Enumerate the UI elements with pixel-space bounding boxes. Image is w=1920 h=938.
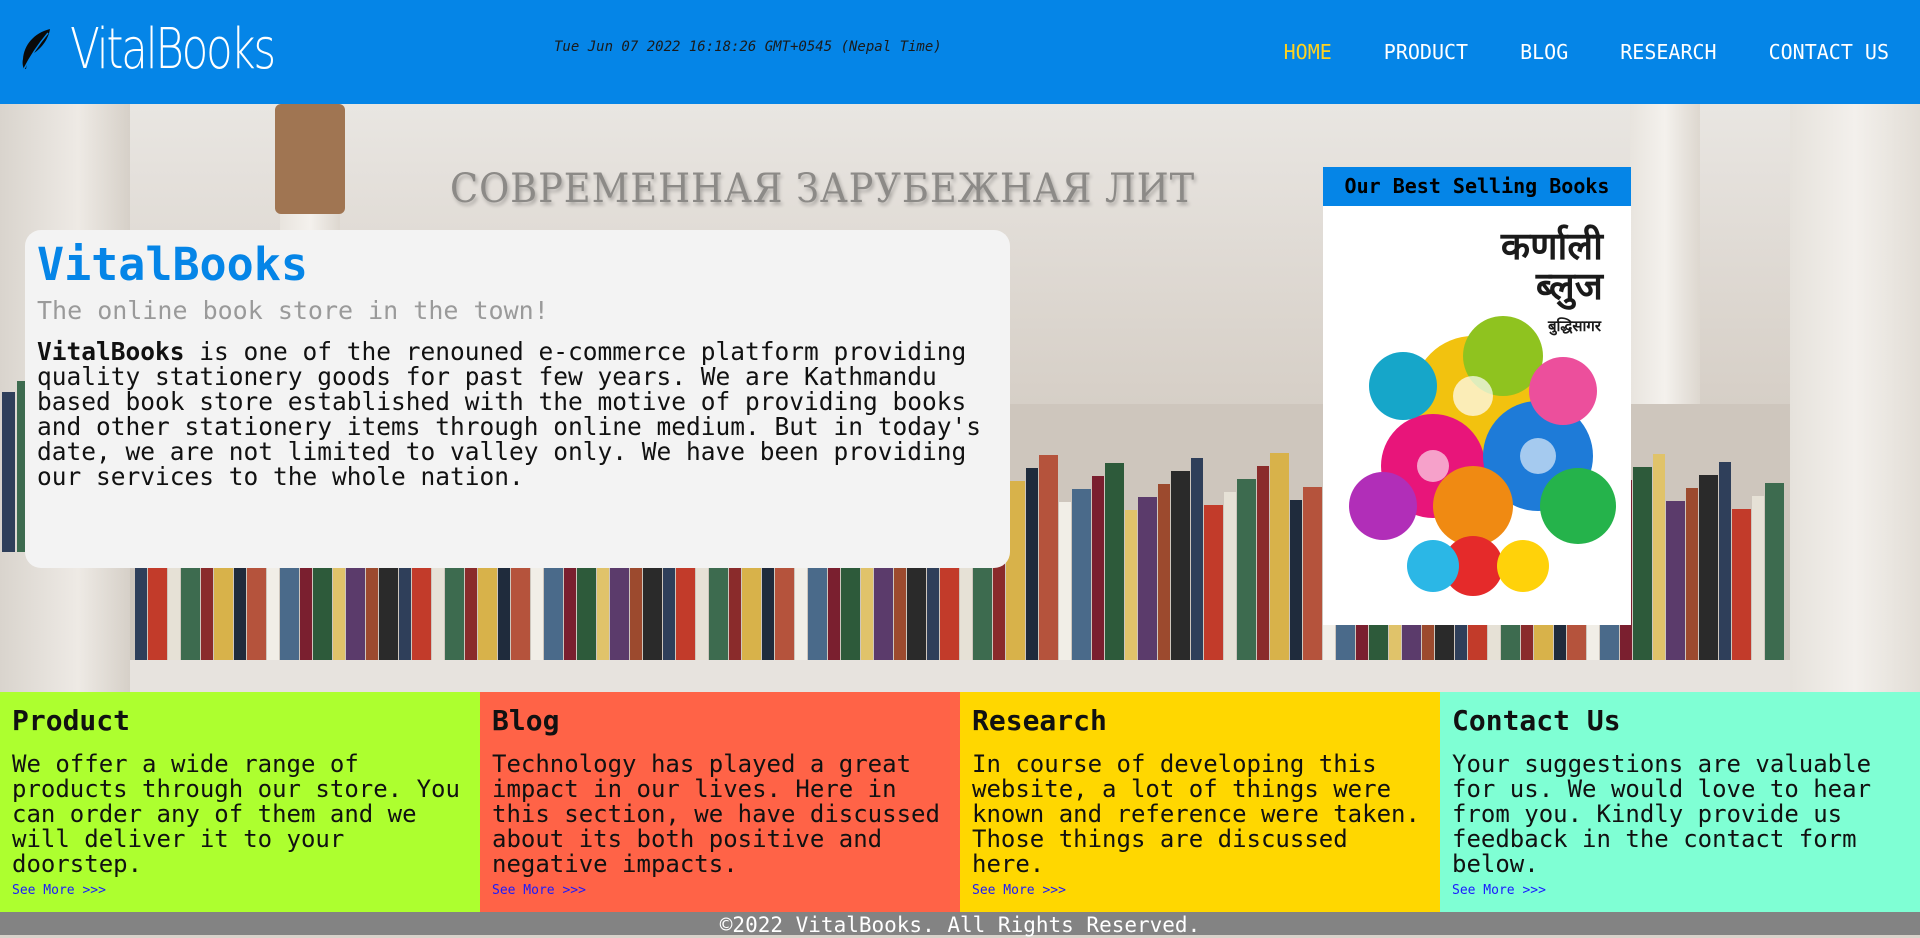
feature-text: Technology has played a great impact in … xyxy=(492,750,940,878)
nav-contact-us[interactable]: CONTACT US xyxy=(1769,40,1889,64)
product-see-more-link[interactable]: See More >>> xyxy=(12,883,106,898)
book-spine xyxy=(1303,487,1322,660)
book-spine xyxy=(1752,496,1764,660)
best-selling-title: Our Best Selling Books xyxy=(1323,167,1631,206)
feature-title: Research xyxy=(972,704,1107,737)
book-spine xyxy=(1138,497,1157,660)
book-spine xyxy=(1270,453,1289,660)
book-spine xyxy=(1026,468,1038,660)
feather-icon xyxy=(20,27,56,71)
nav-home[interactable]: HOME xyxy=(1284,40,1332,64)
nav-research[interactable]: RESEARCH xyxy=(1620,40,1716,64)
book-spine xyxy=(1237,479,1256,660)
book-spine xyxy=(1666,501,1685,660)
book-spine xyxy=(1039,455,1058,660)
intro-card: VitalBooks The online book store in the … xyxy=(25,230,1010,568)
current-datetime: Tue Jun 07 2022 16:18:26 GMT+0545 (Nepal… xyxy=(554,39,942,55)
site-footer: ©2022 VitalBooks. All Rights Reserved. xyxy=(0,912,1920,937)
book-spine xyxy=(1125,510,1137,660)
book-spine xyxy=(1158,484,1170,660)
main-nav: HOME PRODUCT BLOG RESEARCH CONTACT US xyxy=(1232,40,1889,64)
feature-card-research: Research In course of developing this we… xyxy=(960,692,1440,912)
book-spine xyxy=(1732,509,1751,660)
intro-subtitle: The online book store in the town! xyxy=(37,296,549,325)
swirl-art xyxy=(1349,316,1616,596)
book-spine xyxy=(1653,454,1665,660)
hero-section: СОВРЕМЕННАЯ ЗАРУБЕЖНАЯ ЛИТ VitalBooks Th… xyxy=(0,104,1920,692)
feature-card-contact-us: Contact Us Your suggestions are valuable… xyxy=(1440,692,1920,912)
book-spine xyxy=(1719,462,1731,660)
blog-see-more-link[interactable]: See More >>> xyxy=(492,883,586,898)
nav-product[interactable]: PRODUCT xyxy=(1384,40,1468,64)
feature-title: Contact Us xyxy=(1452,704,1621,737)
best-selling-panel: Our Best Selling Books कर्णाली ब्लुज बुद… xyxy=(1323,167,1631,625)
book-spine xyxy=(1633,467,1652,660)
book-spine xyxy=(1224,492,1236,660)
wall-sign: СОВРЕМЕННАЯ ЗАРУБЕЖНАЯ ЛИТ xyxy=(450,166,1196,212)
book-spine xyxy=(1290,500,1302,660)
intro-body: VitalBooks is one of the renouned e-comm… xyxy=(37,339,998,489)
book-spine xyxy=(1105,463,1124,660)
book-spine xyxy=(1686,488,1698,660)
book-spine xyxy=(1171,471,1190,660)
logo-text: VitalBooks xyxy=(70,16,276,82)
feature-text: Your suggestions are valuable for us. We… xyxy=(1452,750,1872,878)
book-spine xyxy=(1092,476,1104,660)
book-spine xyxy=(1191,458,1203,660)
feature-card-product: Product We offer a wide range of product… xyxy=(0,692,480,912)
book-spine xyxy=(1059,502,1071,660)
feature-text: We offer a wide range of products throug… xyxy=(12,750,460,878)
book-spine xyxy=(1765,483,1784,660)
book-spine xyxy=(1699,475,1718,660)
feature-title: Product xyxy=(12,704,131,737)
site-logo[interactable]: VitalBooks xyxy=(20,16,331,82)
contact-see-more-link[interactable]: See More >>> xyxy=(1452,883,1546,898)
research-see-more-link[interactable]: See More >>> xyxy=(972,883,1066,898)
feature-card-blog: Blog Technology has played a great impac… xyxy=(480,692,960,912)
book-spine xyxy=(2,392,15,552)
feature-title: Blog xyxy=(492,704,560,737)
book-cover-karnali-blues[interactable]: कर्णाली ब्लुज बुद्धिसागर xyxy=(1323,206,1631,625)
book-spine xyxy=(1204,505,1223,660)
feature-cards: Product We offer a wide range of product… xyxy=(0,692,1920,912)
feature-text: In course of developing this website, a … xyxy=(972,750,1420,878)
intro-title: VitalBooks xyxy=(37,238,308,291)
book-spine xyxy=(1072,489,1091,660)
nav-blog[interactable]: BLOG xyxy=(1520,40,1568,64)
site-header: VitalBooks Tue Jun 07 2022 16:18:26 GMT+… xyxy=(0,0,1920,104)
book-spine xyxy=(1257,466,1269,660)
